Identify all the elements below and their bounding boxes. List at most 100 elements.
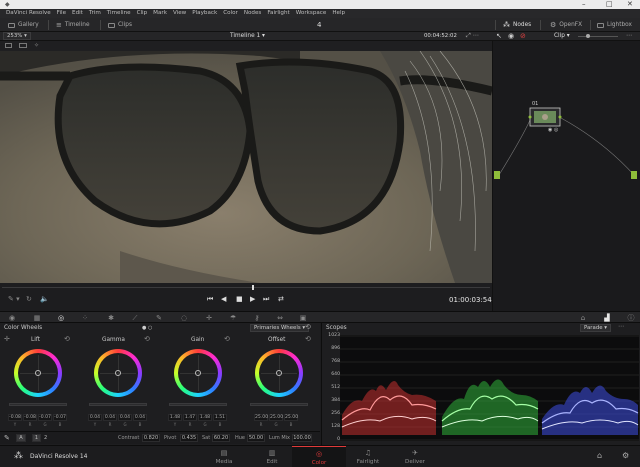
wheels-reset-icon[interactable]: ⟲ bbox=[305, 323, 311, 331]
menu-item[interactable]: Timeline bbox=[104, 9, 134, 18]
crosshair-icon[interactable]: ✛ bbox=[4, 335, 10, 343]
gallery-button[interactable]: Gallery bbox=[8, 18, 39, 32]
wheel-reset-icon[interactable]: ⟲ bbox=[305, 335, 311, 343]
picker-icon[interactable]: ✎ bbox=[4, 434, 10, 442]
pivot-field[interactable]: 0.435 bbox=[180, 434, 198, 442]
viewer-options-icon[interactable]: ⤢ ⋯ bbox=[466, 32, 479, 40]
page-2-button[interactable]: 2 bbox=[44, 435, 47, 441]
wheel-master-slider[interactable] bbox=[89, 403, 147, 406]
hand-tool-icon[interactable]: ◉ bbox=[508, 32, 514, 40]
menu-item[interactable]: Help bbox=[329, 9, 348, 18]
wheel-reset-icon[interactable]: ⟲ bbox=[224, 335, 230, 343]
home-icon[interactable]: ⌂ bbox=[597, 451, 602, 460]
play-reverse-icon[interactable]: ◀ bbox=[221, 295, 226, 303]
color-wheel-gain[interactable] bbox=[174, 349, 222, 397]
color-wheel-offset[interactable] bbox=[255, 349, 303, 397]
menu-item[interactable]: Playback bbox=[189, 9, 220, 18]
timeline-name[interactable]: Timeline 1 ▾ bbox=[230, 33, 265, 39]
wheel-value-field[interactable]: 0.04 bbox=[118, 414, 132, 421]
menu-item[interactable]: Color bbox=[220, 9, 241, 18]
pointer-tool-icon[interactable]: ↖ bbox=[496, 32, 502, 40]
timeline-button[interactable]: ≡ Timeline bbox=[56, 18, 90, 32]
page-tab-media[interactable]: ▤ Media bbox=[197, 446, 251, 467]
layout-single-icon[interactable] bbox=[5, 43, 12, 48]
settings-icon[interactable]: ⚙ bbox=[622, 451, 629, 460]
lightbox-button[interactable]: Lightbox bbox=[597, 18, 632, 32]
close-icon[interactable]: ✕ bbox=[627, 0, 633, 9]
wheels-mode-dropdown[interactable]: Primaries Wheels ▾ bbox=[250, 324, 310, 332]
output-connector[interactable] bbox=[631, 171, 637, 179]
playhead[interactable] bbox=[252, 285, 254, 290]
node-zoom-handle[interactable] bbox=[586, 34, 590, 38]
scope-options-icon[interactable]: ⋯ bbox=[618, 323, 624, 330]
wheel-master-slider[interactable] bbox=[9, 403, 67, 406]
wheel-value-field[interactable]: -0.08 bbox=[23, 414, 37, 421]
menu-item[interactable]: DaVinci Resolve bbox=[3, 9, 54, 18]
play-icon[interactable]: ▶ bbox=[250, 295, 255, 303]
menu-item[interactable]: Mark bbox=[150, 9, 170, 18]
wheel-value-field[interactable]: -0.07 bbox=[38, 414, 52, 421]
wheel-center-handle[interactable] bbox=[35, 370, 41, 376]
wheel-value-field[interactable]: 1.48 bbox=[168, 414, 182, 421]
wheel-value-field[interactable]: 0.04 bbox=[103, 414, 117, 421]
page-dot-icon[interactable]: ● ○ bbox=[142, 325, 152, 331]
node-zoom-slider[interactable] bbox=[578, 36, 618, 37]
wheel-value-field[interactable]: 1.48 bbox=[198, 414, 212, 421]
wheel-value-field[interactable]: -0.07 bbox=[53, 414, 67, 421]
node-editor[interactable]: 01 ◉ ◎ bbox=[492, 41, 640, 311]
wheel-center-handle[interactable] bbox=[195, 370, 201, 376]
wheel-value-field[interactable]: 1.47 bbox=[183, 414, 197, 421]
lummix-field[interactable]: 100.00 bbox=[292, 434, 312, 442]
wheel-value-field[interactable]: 25.00 bbox=[284, 414, 298, 421]
wheel-value-field[interactable]: 0.04 bbox=[133, 414, 147, 421]
bypass-icon[interactable]: ⊘ bbox=[520, 32, 526, 40]
menu-item[interactable]: Trim bbox=[86, 9, 104, 18]
page-tab-deliver[interactable]: ✈ Deliver bbox=[388, 446, 442, 467]
nodes-button[interactable]: ⁂ Nodes bbox=[503, 18, 531, 32]
menu-item[interactable]: Clip bbox=[134, 9, 151, 18]
wheel-master-slider[interactable] bbox=[250, 403, 308, 406]
clips-button[interactable]: Clips bbox=[108, 18, 132, 32]
openfx-button[interactable]: ⚙ OpenFX bbox=[550, 18, 582, 32]
page-a-button[interactable]: A bbox=[16, 434, 26, 442]
page-tab-fairlight[interactable]: ♫ Fairlight bbox=[341, 446, 395, 467]
wheel-center-handle[interactable] bbox=[276, 370, 282, 376]
loop-icon[interactable]: ↻ bbox=[26, 295, 32, 303]
loop-playback-icon[interactable]: ⇄ bbox=[278, 295, 284, 303]
wheel-reset-icon[interactable]: ⟲ bbox=[64, 335, 70, 343]
zoom-dropdown[interactable]: 253% ▾ bbox=[3, 32, 31, 40]
minimize-icon[interactable]: – bbox=[582, 0, 586, 9]
scrub-bar[interactable] bbox=[2, 287, 490, 288]
menu-item[interactable]: Edit bbox=[69, 9, 86, 18]
contrast-field[interactable]: 0.820 bbox=[142, 434, 160, 442]
audio-icon[interactable]: 🔈 bbox=[40, 295, 49, 303]
menu-item[interactable]: Fairlight bbox=[264, 9, 292, 18]
wheel-value-field[interactable]: 25.00 bbox=[269, 414, 283, 421]
skip-start-icon[interactable]: ⏮ bbox=[207, 295, 213, 304]
pen-tool-icon[interactable]: ✎ ▾ bbox=[8, 295, 20, 303]
highlight-icon[interactable]: ✧ bbox=[34, 42, 39, 49]
wheel-reset-icon[interactable]: ⟲ bbox=[144, 335, 150, 343]
node-options-icon[interactable]: ⋯ bbox=[626, 32, 632, 39]
menu-item[interactable]: Nodes bbox=[241, 9, 265, 18]
wheel-value-field[interactable]: -0.08 bbox=[8, 414, 22, 421]
wheel-center-handle[interactable] bbox=[115, 370, 121, 376]
wheel-value-field[interactable]: 1.51 bbox=[213, 414, 227, 421]
page-1-button[interactable]: 1 bbox=[32, 434, 41, 442]
menu-item[interactable]: Workspace bbox=[293, 9, 330, 18]
menu-item[interactable]: View bbox=[170, 9, 189, 18]
page-tab-color[interactable]: ◎ Color bbox=[292, 446, 346, 467]
wheel-value-field[interactable]: 25.00 bbox=[254, 414, 268, 421]
sat-field[interactable]: 60.20 bbox=[212, 434, 230, 442]
scope-mode-dropdown[interactable]: Parade ▾ bbox=[580, 324, 611, 332]
layout-split-icon[interactable] bbox=[19, 43, 27, 48]
source-input-connector[interactable] bbox=[494, 171, 500, 179]
stop-icon[interactable]: ■ bbox=[236, 295, 243, 303]
node-mode-dropdown[interactable]: Clip ▾ bbox=[554, 33, 570, 39]
hue-field[interactable]: 50.00 bbox=[247, 434, 265, 442]
wheel-value-field[interactable]: 0.04 bbox=[88, 414, 102, 421]
color-wheel-lift[interactable] bbox=[14, 349, 62, 397]
video-viewer[interactable] bbox=[0, 51, 492, 283]
skip-end-icon[interactable]: ⏭ bbox=[263, 295, 269, 304]
color-wheel-gamma[interactable] bbox=[94, 349, 142, 397]
